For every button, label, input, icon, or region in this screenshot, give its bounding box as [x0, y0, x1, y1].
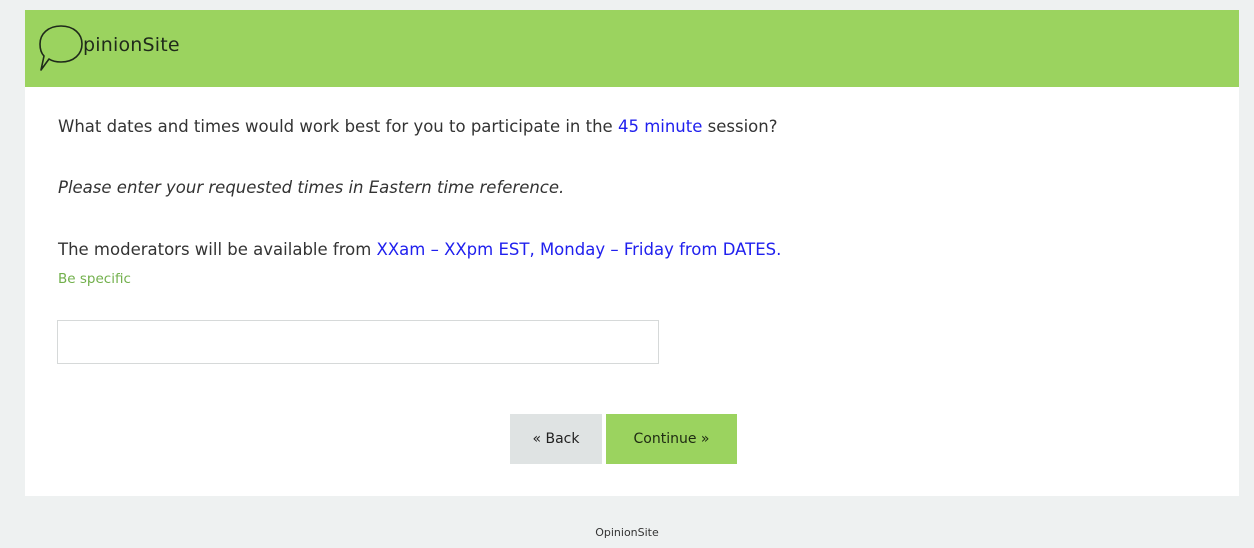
instruction-text: Please enter your requested times in Eas… — [58, 178, 565, 197]
question-prefix: What dates and times would work best for… — [58, 117, 618, 136]
question-text: What dates and times would work best for… — [58, 117, 777, 136]
question-suffix: session? — [702, 117, 778, 136]
availability-prefix: The moderators will be available from — [58, 240, 377, 259]
hint-text: Be specific — [58, 271, 131, 287]
logo-text: pinionSite — [83, 34, 180, 56]
answer-input[interactable] — [57, 320, 659, 364]
availability-text: The moderators will be available from XX… — [58, 240, 781, 259]
back-button[interactable]: « Back — [510, 414, 602, 464]
continue-button[interactable]: Continue » — [606, 414, 737, 464]
site-header: pinionSite — [25, 10, 1239, 87]
availability-window: XXam – XXpm EST, Monday – Friday from DA… — [376, 240, 782, 259]
footer-text: OpinionSite — [595, 526, 659, 539]
site-logo[interactable]: pinionSite — [37, 20, 297, 76]
speech-bubble-icon — [39, 25, 83, 71]
session-length: 45 minute — [617, 117, 703, 136]
top-strip — [0, 0, 1254, 10]
